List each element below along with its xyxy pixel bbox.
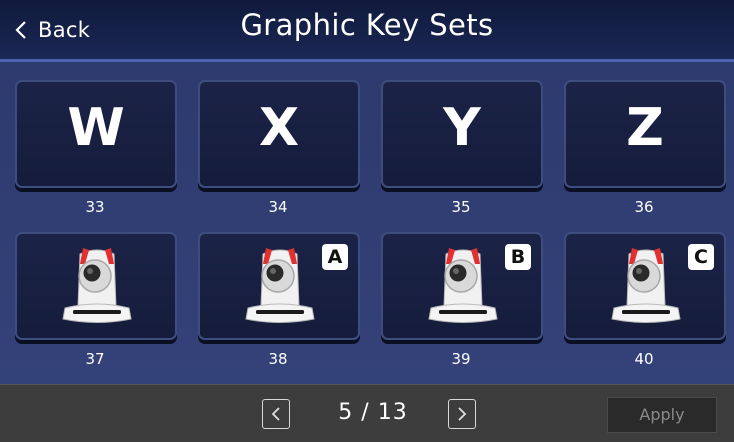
- header-bar: Back Graphic Key Sets: [0, 0, 734, 59]
- key-set-button[interactable]: A: [198, 232, 360, 340]
- key-set-tile-37[interactable]: [15, 232, 177, 340]
- chevron-right-icon: [458, 407, 467, 421]
- key-set-button[interactable]: Y: [381, 80, 543, 188]
- key-set-tile-35[interactable]: Y: [381, 80, 543, 188]
- tile-number: 38: [268, 350, 288, 368]
- tile-number: 34: [268, 198, 288, 216]
- tile-letter: X: [258, 98, 300, 158]
- key-set-tile-34[interactable]: X: [198, 80, 360, 188]
- key-set-tile-39[interactable]: B: [381, 232, 543, 340]
- ptz-camera-icon: [611, 248, 681, 323]
- tile-badge: A: [322, 244, 348, 270]
- tile-number: 33: [85, 198, 105, 216]
- tile-letter: Z: [626, 98, 664, 158]
- chevron-left-icon: [271, 407, 280, 421]
- tile-number: 36: [634, 198, 654, 216]
- key-set-tile-38[interactable]: A: [198, 232, 360, 340]
- ptz-camera-icon: [245, 248, 315, 323]
- next-page-button[interactable]: [448, 399, 476, 429]
- tile-letter: W: [67, 98, 125, 158]
- ptz-camera-icon: [428, 248, 498, 323]
- key-set-tile-33[interactable]: W: [15, 80, 177, 188]
- apply-button[interactable]: Apply: [607, 397, 717, 433]
- key-set-button[interactable]: C: [564, 232, 726, 340]
- page-indicator: 5 / 13: [338, 400, 408, 425]
- tile-letter: Y: [443, 98, 481, 158]
- tile-number: 35: [451, 198, 471, 216]
- key-set-button[interactable]: X: [198, 80, 360, 188]
- prev-page-button[interactable]: [262, 399, 290, 429]
- key-set-button[interactable]: Z: [564, 80, 726, 188]
- key-set-grid: W 33 X 34 Y 35 Z 36 37 A 38 B 39 C 40: [0, 62, 734, 384]
- key-set-button[interactable]: [15, 232, 177, 340]
- key-set-button[interactable]: B: [381, 232, 543, 340]
- tile-badge: B: [505, 244, 531, 270]
- tile-number: 40: [634, 350, 654, 368]
- tile-number: 37: [85, 350, 105, 368]
- ptz-camera-icon: [62, 248, 132, 323]
- page-title: Graphic Key Sets: [240, 8, 494, 42]
- footer-bar: 5 / 13 Apply: [0, 384, 734, 442]
- tile-number: 39: [451, 350, 471, 368]
- key-set-tile-36[interactable]: Z: [564, 80, 726, 188]
- key-set-button[interactable]: W: [15, 80, 177, 188]
- key-set-tile-40[interactable]: C: [564, 232, 726, 340]
- tile-badge: C: [688, 244, 714, 270]
